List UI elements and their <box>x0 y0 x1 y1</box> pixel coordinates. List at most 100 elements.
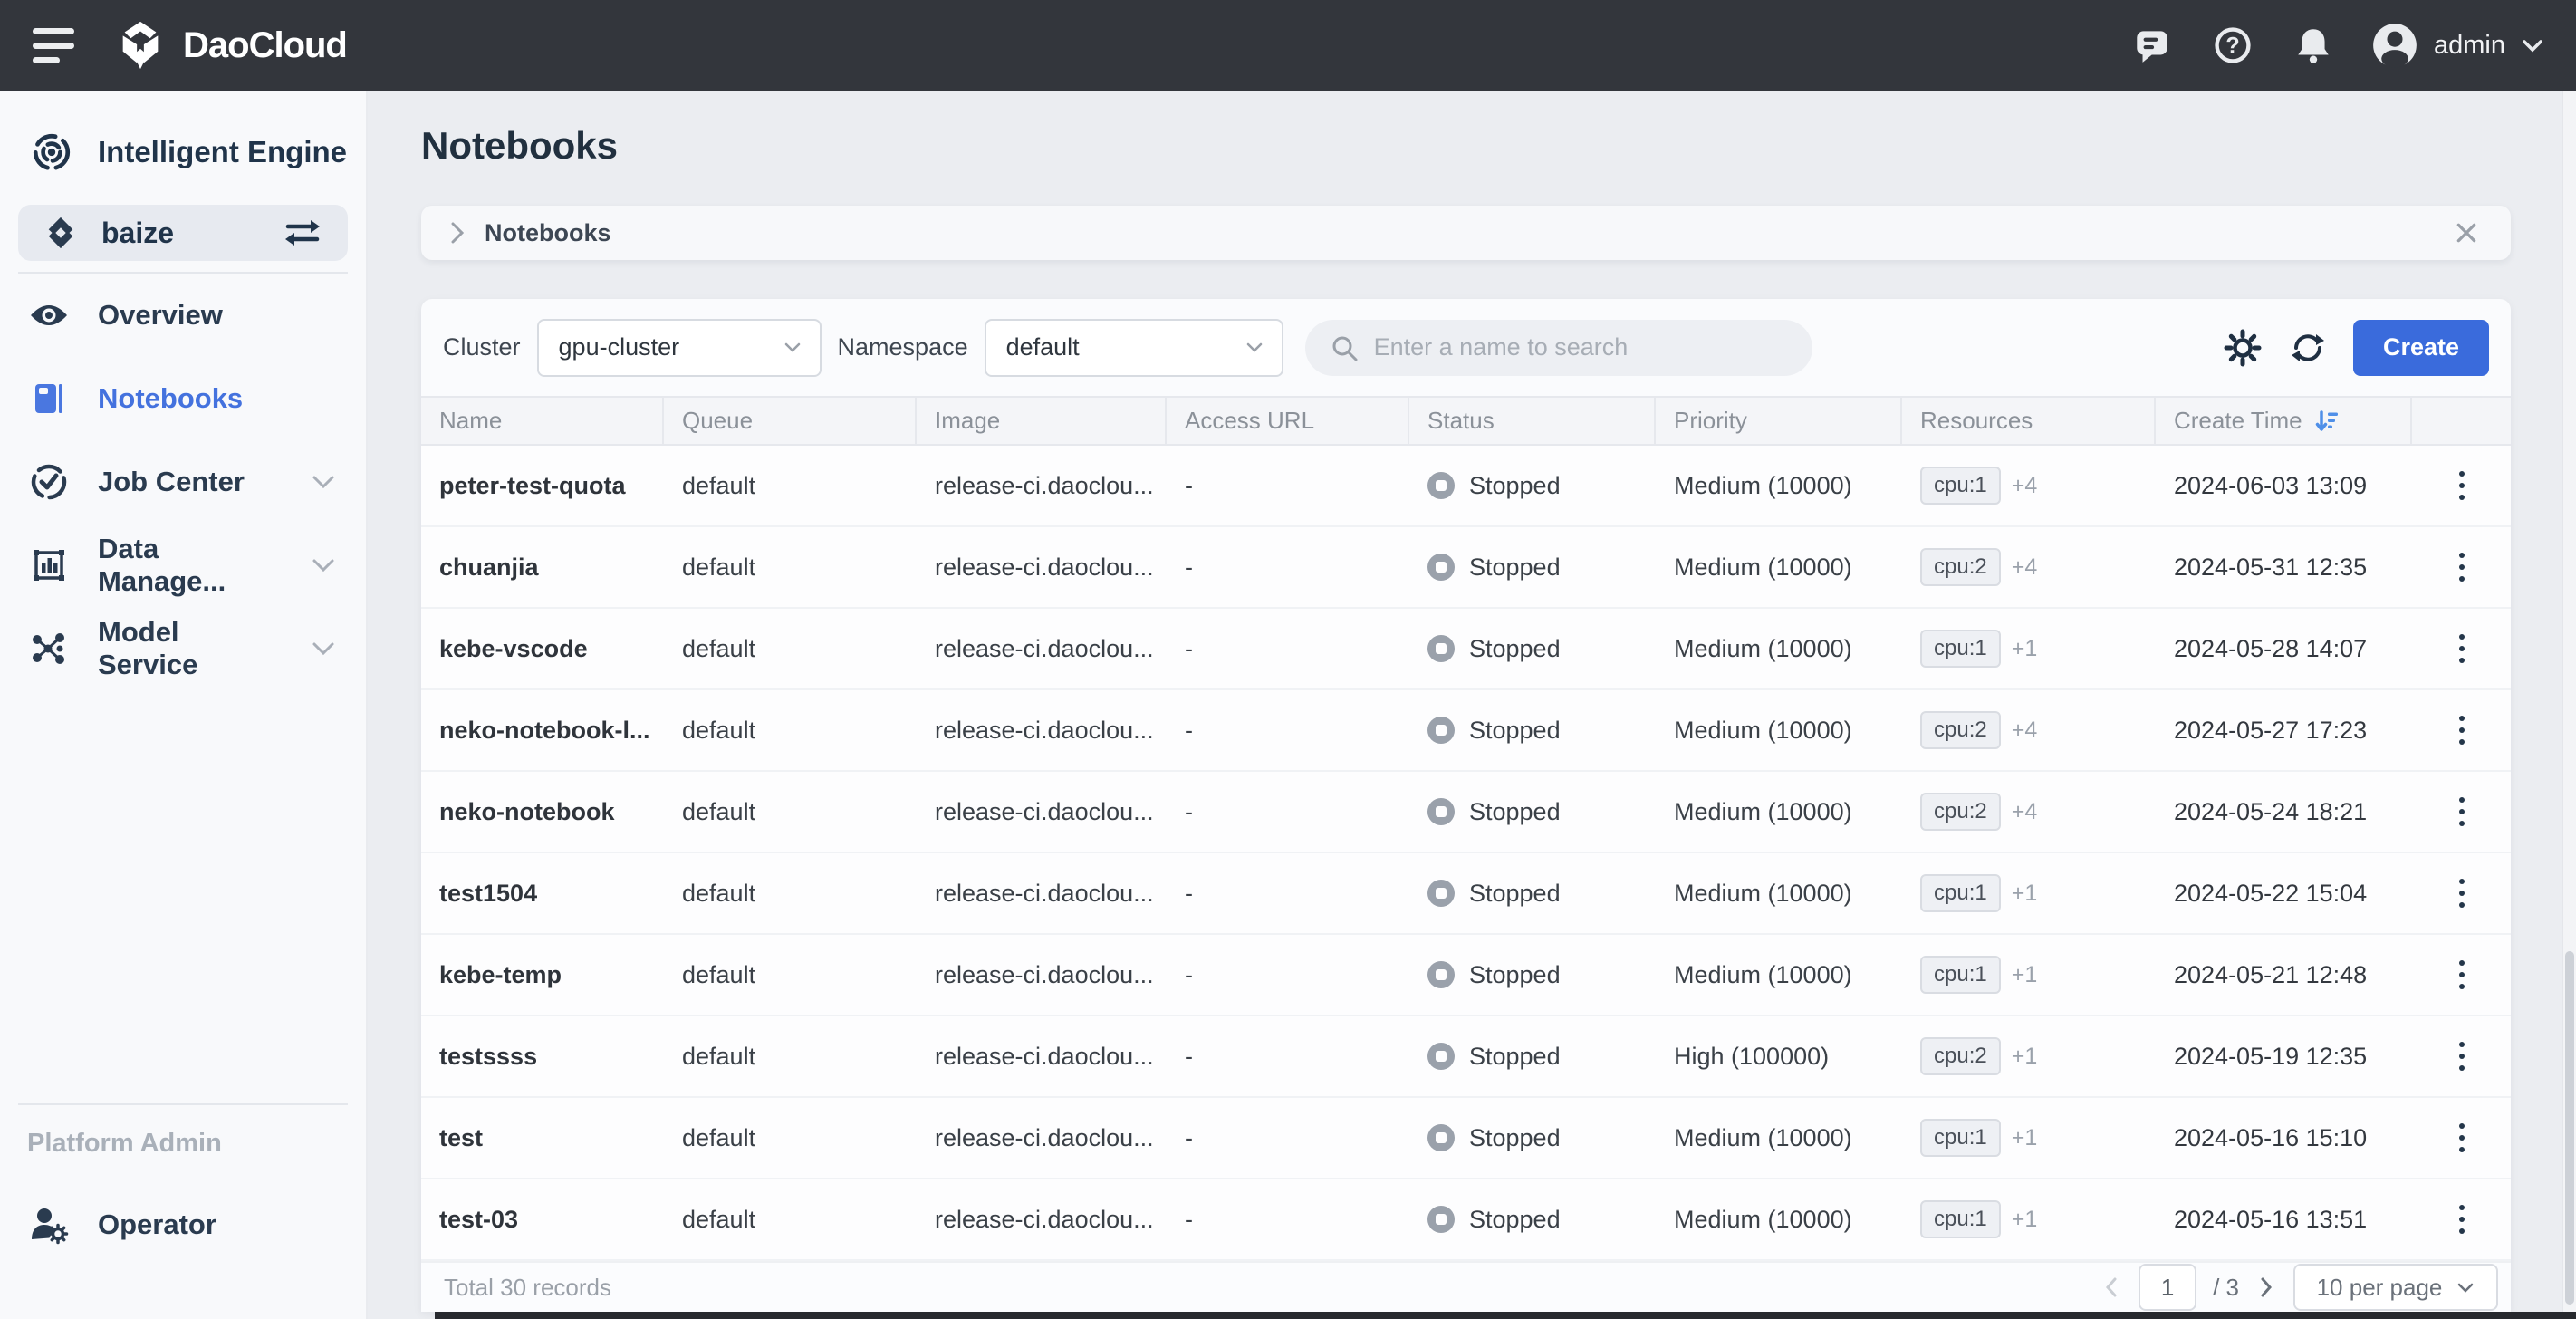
image-cell: release-ci.daoclou... <box>917 1098 1167 1178</box>
create-time-cell: 2024-05-19 12:35 <box>2156 1016 2412 1096</box>
priority-cell: Medium (10000) <box>1656 935 1902 1015</box>
sidebar-item-label: Operator <box>98 1208 216 1241</box>
kebab-menu-button[interactable] <box>2412 690 2511 770</box>
workspace-switcher[interactable]: baize <box>18 205 348 261</box>
kebab-menu-button[interactable] <box>2412 527 2511 607</box>
column-header-priority[interactable]: Priority <box>1656 398 1902 444</box>
chat-button[interactable] <box>2131 24 2173 66</box>
status-cell: Stopped <box>1409 772 1656 852</box>
main-content: Notebooks Notebooks Cluster gpu-cluster <box>368 91 2576 1319</box>
breadcrumb-close-button[interactable] <box>2451 217 2482 248</box>
resources-cell: cpu:2 +4 <box>1902 772 2156 852</box>
access-url-cell: - <box>1167 1098 1409 1178</box>
status-cell: Stopped <box>1409 1016 1656 1096</box>
prev-page-button[interactable] <box>2100 1273 2122 1302</box>
status-label: Stopped <box>1469 1043 1561 1071</box>
sidebar-item-operator[interactable]: Operator <box>0 1183 366 1266</box>
refresh-button[interactable] <box>2288 328 2328 368</box>
namespace-label: Namespace <box>838 333 968 361</box>
sidebar-item-job-center[interactable]: Job Center <box>0 440 366 524</box>
user-menu[interactable]: admin <box>2372 23 2543 68</box>
intelligent-engine-icon <box>31 131 72 173</box>
status-stopped-icon <box>1427 717 1455 744</box>
resources-cell: cpu:1 +4 <box>1902 446 2156 525</box>
status-label: Stopped <box>1469 472 1561 500</box>
queue-cell: default <box>664 1179 917 1259</box>
priority-cell: Medium (10000) <box>1656 690 1902 770</box>
status-stopped-icon <box>1427 1124 1455 1151</box>
access-url-cell: - <box>1167 446 1409 525</box>
status-stopped-icon <box>1427 1206 1455 1233</box>
settings-button[interactable] <box>2223 328 2263 368</box>
daocloud-logo-icon <box>114 19 167 72</box>
access-url-cell: - <box>1167 690 1409 770</box>
help-button[interactable]: ? <box>2211 24 2254 67</box>
sidebar-item-data-management[interactable]: Data Manage... <box>0 524 366 607</box>
hamburger-menu-button[interactable] <box>27 23 80 69</box>
kebab-menu-button[interactable] <box>2412 446 2511 525</box>
status-cell: Stopped <box>1409 527 1656 607</box>
row-actions <box>2412 772 2511 852</box>
resource-chip: cpu:1 <box>1920 1200 2001 1238</box>
kebab-menu-button[interactable] <box>2412 1098 2511 1178</box>
resource-chip: cpu:2 <box>1920 711 2001 749</box>
column-header-name[interactable]: Name <box>421 398 664 444</box>
row-actions <box>2412 446 2511 525</box>
resource-extra: +1 <box>2012 962 2038 988</box>
kebab-menu-button[interactable] <box>2412 935 2511 1015</box>
kebab-icon <box>2459 960 2465 966</box>
resource-chip: cpu:2 <box>1920 793 2001 831</box>
sort-descending-icon[interactable] <box>2315 409 2341 434</box>
sidebar-item-notebooks[interactable]: Notebooks <box>0 357 366 440</box>
per-page-select[interactable]: 10 per page <box>2293 1264 2498 1311</box>
search-input[interactable] <box>1374 333 1789 361</box>
column-header-access-url[interactable]: Access URL <box>1167 398 1409 444</box>
create-time-cell: 2024-05-27 17:23 <box>2156 690 2412 770</box>
status-stopped-icon <box>1427 1043 1455 1070</box>
page-input[interactable] <box>2139 1264 2196 1311</box>
kebab-menu-button[interactable] <box>2412 1016 2511 1096</box>
swap-workspace-icon[interactable] <box>283 217 322 249</box>
breadcrumb-chevron-icon <box>450 221 465 245</box>
scrollbar-thumb[interactable] <box>2565 951 2574 1305</box>
column-header-create-time[interactable]: Create Time <box>2156 398 2412 444</box>
kebab-menu-button[interactable] <box>2412 772 2511 852</box>
sidebar-item-overview[interactable]: Overview <box>0 274 366 357</box>
kebab-icon <box>2459 879 2465 884</box>
kebab-menu-button[interactable] <box>2412 1179 2511 1259</box>
brand[interactable]: DaoCloud <box>114 19 347 72</box>
scrollbar[interactable] <box>2562 91 2576 1312</box>
next-page-button[interactable] <box>2255 1273 2277 1302</box>
access-url-cell: - <box>1167 1179 1409 1259</box>
breadcrumb[interactable]: Notebooks <box>421 206 2511 260</box>
per-page-value: 10 per page <box>2317 1274 2443 1302</box>
create-button[interactable]: Create <box>2353 320 2489 376</box>
create-time-cell: 2024-05-24 18:21 <box>2156 772 2412 852</box>
column-header-status[interactable]: Status <box>1409 398 1656 444</box>
create-time-cell: 2024-05-16 15:10 <box>2156 1098 2412 1178</box>
sidebar-footer: Platform Admin Operator <box>0 1093 366 1319</box>
search-box[interactable] <box>1305 320 1812 376</box>
kebab-icon <box>2459 797 2465 803</box>
cluster-select[interactable]: gpu-cluster <box>537 319 822 377</box>
data-management-icon <box>29 545 69 585</box>
notifications-button[interactable] <box>2292 24 2334 66</box>
resource-extra: +1 <box>2012 636 2038 662</box>
table-row: peter-test-quota default release-ci.daoc… <box>421 446 2511 527</box>
status-label: Stopped <box>1469 717 1561 745</box>
resource-extra: +1 <box>2012 1125 2038 1151</box>
search-icon <box>1329 332 1360 363</box>
create-time-cell: 2024-06-03 13:09 <box>2156 446 2412 525</box>
table-row: test default release-ci.daoclou... - Sto… <box>421 1098 2511 1179</box>
sidebar-item-model-service[interactable]: Model Service <box>0 607 366 690</box>
namespace-select[interactable]: default <box>985 319 1283 377</box>
kebab-menu-button[interactable] <box>2412 609 2511 688</box>
column-header-queue[interactable]: Queue <box>664 398 917 444</box>
row-actions <box>2412 527 2511 607</box>
kebab-menu-button[interactable] <box>2412 853 2511 933</box>
kebab-icon <box>2459 553 2465 558</box>
column-header-resources[interactable]: Resources <box>1902 398 2156 444</box>
resource-extra: +1 <box>2012 881 2038 907</box>
column-header-image[interactable]: Image <box>917 398 1167 444</box>
resource-extra: +4 <box>2012 554 2038 581</box>
